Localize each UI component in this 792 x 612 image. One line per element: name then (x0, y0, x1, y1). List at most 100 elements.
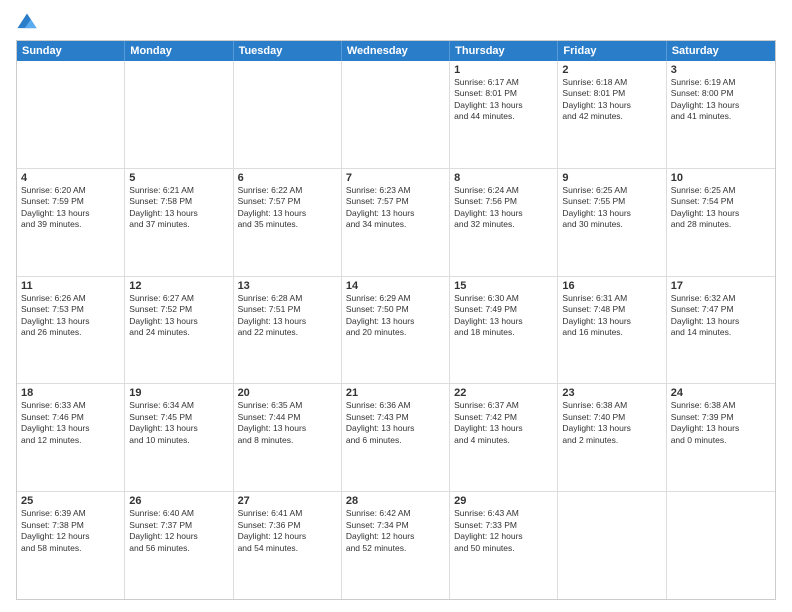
cell-info: Sunrise: 6:31 AM Sunset: 7:48 PM Dayligh… (562, 293, 661, 339)
header (16, 12, 776, 34)
calendar-cell: 3Sunrise: 6:19 AM Sunset: 8:00 PM Daylig… (667, 61, 775, 168)
cell-info: Sunrise: 6:24 AM Sunset: 7:56 PM Dayligh… (454, 185, 553, 231)
day-number: 9 (562, 172, 661, 184)
day-number: 12 (129, 280, 228, 292)
calendar-cell: 5Sunrise: 6:21 AM Sunset: 7:58 PM Daylig… (125, 169, 233, 276)
cell-info: Sunrise: 6:42 AM Sunset: 7:34 PM Dayligh… (346, 508, 445, 554)
cell-info: Sunrise: 6:27 AM Sunset: 7:52 PM Dayligh… (129, 293, 228, 339)
calendar-cell: 19Sunrise: 6:34 AM Sunset: 7:45 PM Dayli… (125, 384, 233, 491)
cell-info: Sunrise: 6:17 AM Sunset: 8:01 PM Dayligh… (454, 77, 553, 123)
day-number: 10 (671, 172, 771, 184)
cell-info: Sunrise: 6:21 AM Sunset: 7:58 PM Dayligh… (129, 185, 228, 231)
cell-info: Sunrise: 6:43 AM Sunset: 7:33 PM Dayligh… (454, 508, 553, 554)
day-number: 21 (346, 387, 445, 399)
cell-info: Sunrise: 6:22 AM Sunset: 7:57 PM Dayligh… (238, 185, 337, 231)
header-cell-saturday: Saturday (667, 41, 775, 61)
calendar-cell: 27Sunrise: 6:41 AM Sunset: 7:36 PM Dayli… (234, 492, 342, 599)
day-number: 4 (21, 172, 120, 184)
cell-info: Sunrise: 6:25 AM Sunset: 7:55 PM Dayligh… (562, 185, 661, 231)
day-number: 1 (454, 64, 553, 76)
calendar-cell (342, 61, 450, 168)
cell-info: Sunrise: 6:40 AM Sunset: 7:37 PM Dayligh… (129, 508, 228, 554)
day-number: 8 (454, 172, 553, 184)
calendar-row-2: 4Sunrise: 6:20 AM Sunset: 7:59 PM Daylig… (17, 169, 775, 277)
calendar-cell: 6Sunrise: 6:22 AM Sunset: 7:57 PM Daylig… (234, 169, 342, 276)
day-number: 3 (671, 64, 771, 76)
calendar-cell (17, 61, 125, 168)
day-number: 25 (21, 495, 120, 507)
calendar-cell: 24Sunrise: 6:38 AM Sunset: 7:39 PM Dayli… (667, 384, 775, 491)
cell-info: Sunrise: 6:32 AM Sunset: 7:47 PM Dayligh… (671, 293, 771, 339)
cell-info: Sunrise: 6:34 AM Sunset: 7:45 PM Dayligh… (129, 400, 228, 446)
calendar-cell: 23Sunrise: 6:38 AM Sunset: 7:40 PM Dayli… (558, 384, 666, 491)
cell-info: Sunrise: 6:33 AM Sunset: 7:46 PM Dayligh… (21, 400, 120, 446)
calendar-cell: 14Sunrise: 6:29 AM Sunset: 7:50 PM Dayli… (342, 277, 450, 384)
day-number: 27 (238, 495, 337, 507)
calendar-body: 1Sunrise: 6:17 AM Sunset: 8:01 PM Daylig… (17, 61, 775, 599)
header-cell-thursday: Thursday (450, 41, 558, 61)
header-cell-wednesday: Wednesday (342, 41, 450, 61)
day-number: 2 (562, 64, 661, 76)
header-cell-sunday: Sunday (17, 41, 125, 61)
cell-info: Sunrise: 6:38 AM Sunset: 7:40 PM Dayligh… (562, 400, 661, 446)
day-number: 24 (671, 387, 771, 399)
header-cell-friday: Friday (558, 41, 666, 61)
calendar-row-1: 1Sunrise: 6:17 AM Sunset: 8:01 PM Daylig… (17, 61, 775, 169)
day-number: 11 (21, 280, 120, 292)
cell-info: Sunrise: 6:20 AM Sunset: 7:59 PM Dayligh… (21, 185, 120, 231)
calendar-cell: 22Sunrise: 6:37 AM Sunset: 7:42 PM Dayli… (450, 384, 558, 491)
day-number: 23 (562, 387, 661, 399)
cell-info: Sunrise: 6:23 AM Sunset: 7:57 PM Dayligh… (346, 185, 445, 231)
calendar-cell: 10Sunrise: 6:25 AM Sunset: 7:54 PM Dayli… (667, 169, 775, 276)
calendar-cell: 18Sunrise: 6:33 AM Sunset: 7:46 PM Dayli… (17, 384, 125, 491)
day-number: 29 (454, 495, 553, 507)
cell-info: Sunrise: 6:39 AM Sunset: 7:38 PM Dayligh… (21, 508, 120, 554)
day-number: 17 (671, 280, 771, 292)
calendar-cell (234, 61, 342, 168)
header-cell-monday: Monday (125, 41, 233, 61)
day-number: 28 (346, 495, 445, 507)
cell-info: Sunrise: 6:29 AM Sunset: 7:50 PM Dayligh… (346, 293, 445, 339)
calendar-cell: 26Sunrise: 6:40 AM Sunset: 7:37 PM Dayli… (125, 492, 233, 599)
cell-info: Sunrise: 6:38 AM Sunset: 7:39 PM Dayligh… (671, 400, 771, 446)
cell-info: Sunrise: 6:19 AM Sunset: 8:00 PM Dayligh… (671, 77, 771, 123)
day-number: 14 (346, 280, 445, 292)
cell-info: Sunrise: 6:25 AM Sunset: 7:54 PM Dayligh… (671, 185, 771, 231)
calendar-cell: 11Sunrise: 6:26 AM Sunset: 7:53 PM Dayli… (17, 277, 125, 384)
day-number: 19 (129, 387, 228, 399)
day-number: 15 (454, 280, 553, 292)
calendar-cell (125, 61, 233, 168)
calendar-cell: 13Sunrise: 6:28 AM Sunset: 7:51 PM Dayli… (234, 277, 342, 384)
day-number: 16 (562, 280, 661, 292)
calendar-cell: 7Sunrise: 6:23 AM Sunset: 7:57 PM Daylig… (342, 169, 450, 276)
calendar-cell: 16Sunrise: 6:31 AM Sunset: 7:48 PM Dayli… (558, 277, 666, 384)
calendar-cell: 29Sunrise: 6:43 AM Sunset: 7:33 PM Dayli… (450, 492, 558, 599)
header-cell-tuesday: Tuesday (234, 41, 342, 61)
calendar-cell (558, 492, 666, 599)
logo (16, 12, 42, 34)
cell-info: Sunrise: 6:18 AM Sunset: 8:01 PM Dayligh… (562, 77, 661, 123)
calendar-header: SundayMondayTuesdayWednesdayThursdayFrid… (17, 41, 775, 61)
cell-info: Sunrise: 6:28 AM Sunset: 7:51 PM Dayligh… (238, 293, 337, 339)
cell-info: Sunrise: 6:41 AM Sunset: 7:36 PM Dayligh… (238, 508, 337, 554)
day-number: 6 (238, 172, 337, 184)
calendar-cell: 12Sunrise: 6:27 AM Sunset: 7:52 PM Dayli… (125, 277, 233, 384)
day-number: 7 (346, 172, 445, 184)
cell-info: Sunrise: 6:35 AM Sunset: 7:44 PM Dayligh… (238, 400, 337, 446)
day-number: 18 (21, 387, 120, 399)
day-number: 26 (129, 495, 228, 507)
day-number: 13 (238, 280, 337, 292)
calendar-cell: 1Sunrise: 6:17 AM Sunset: 8:01 PM Daylig… (450, 61, 558, 168)
calendar-cell: 25Sunrise: 6:39 AM Sunset: 7:38 PM Dayli… (17, 492, 125, 599)
cell-info: Sunrise: 6:37 AM Sunset: 7:42 PM Dayligh… (454, 400, 553, 446)
day-number: 5 (129, 172, 228, 184)
calendar-cell: 15Sunrise: 6:30 AM Sunset: 7:49 PM Dayli… (450, 277, 558, 384)
calendar-row-3: 11Sunrise: 6:26 AM Sunset: 7:53 PM Dayli… (17, 277, 775, 385)
day-number: 22 (454, 387, 553, 399)
calendar: SundayMondayTuesdayWednesdayThursdayFrid… (16, 40, 776, 600)
calendar-row-4: 18Sunrise: 6:33 AM Sunset: 7:46 PM Dayli… (17, 384, 775, 492)
calendar-cell: 28Sunrise: 6:42 AM Sunset: 7:34 PM Dayli… (342, 492, 450, 599)
calendar-cell: 8Sunrise: 6:24 AM Sunset: 7:56 PM Daylig… (450, 169, 558, 276)
day-number: 20 (238, 387, 337, 399)
calendar-cell: 2Sunrise: 6:18 AM Sunset: 8:01 PM Daylig… (558, 61, 666, 168)
